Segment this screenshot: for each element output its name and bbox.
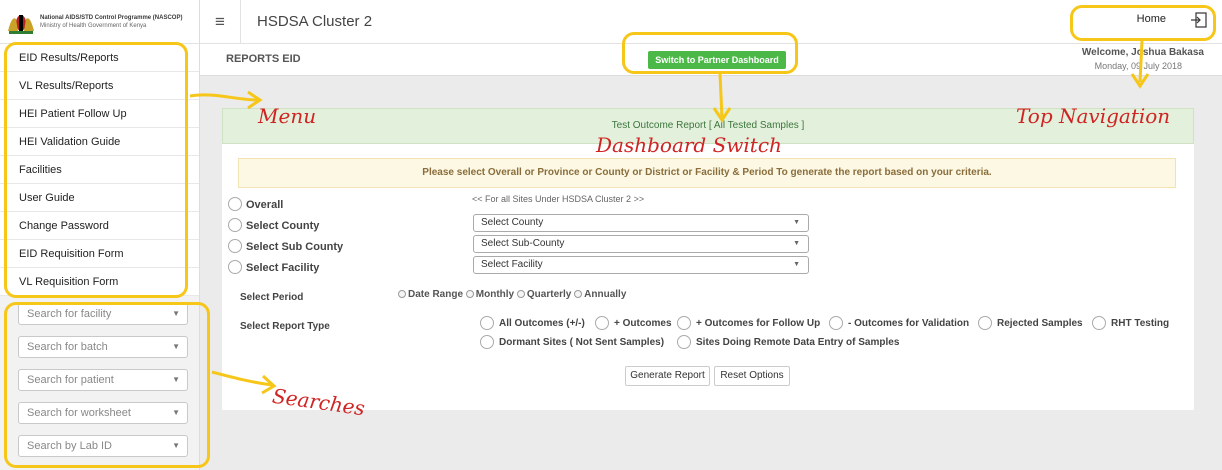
report-type-label: Select Report Type: [240, 321, 330, 332]
county-label: Select County: [246, 220, 320, 232]
report-type-rht-radio[interactable]: [1092, 316, 1106, 330]
report-type-dormant-label: Dormant Sites ( Not Sent Samples): [499, 337, 665, 348]
report-panel: Please select Overall or Province or Cou…: [222, 144, 1194, 410]
period-date-range-label: Date Range: [408, 289, 464, 300]
report-type-all-label: All Outcomes (+/-): [499, 318, 585, 329]
report-type-follow-up-label: + Outcomes for Follow Up: [696, 318, 821, 329]
chevron-down-icon: ▼: [793, 240, 800, 247]
facility-label: Select Facility: [246, 262, 320, 274]
top-navigation-annotation-label: Top Navigation: [1016, 104, 1171, 128]
county-select-value: Select County: [481, 217, 544, 228]
period-monthly-label: Monthly: [475, 289, 515, 300]
period-options: Date Range Monthly Quarterly Annually: [398, 289, 626, 300]
reset-options-button[interactable]: Reset Options: [714, 366, 790, 386]
searches-annotation-box: [4, 302, 210, 468]
sub-county-label: Select Sub County: [246, 241, 344, 253]
report-type-rejected-label: Rejected Samples: [997, 318, 1083, 329]
report-type-validation-label: - Outcomes for Validation: [848, 318, 970, 329]
date-text: Monday, 09 July 2018: [1094, 61, 1182, 71]
sub-county-select-value: Select Sub-County: [481, 238, 565, 249]
county-radio[interactable]: [228, 218, 242, 232]
report-type-positive-label: + Outcomes: [614, 318, 672, 329]
menu-arrow: [189, 93, 259, 102]
overall-label: Overall: [246, 199, 284, 211]
top-navigation-annotation-box: [1070, 5, 1216, 41]
facility-radio[interactable]: [228, 260, 242, 274]
dashboard-switch-annotation-box: [622, 32, 798, 74]
facility-select[interactable]: Select Facility ▼: [473, 256, 809, 274]
report-type-positive-radio[interactable]: [595, 316, 609, 330]
report-type-remote-entry-radio[interactable]: [677, 335, 691, 349]
county-select[interactable]: Select County ▼: [473, 214, 809, 232]
period-date-range-radio[interactable]: [398, 290, 406, 298]
period-annually-label: Annually: [584, 289, 627, 300]
brand-line1: National AIDS/STD Control Programme (NAS…: [40, 14, 183, 21]
period-quarterly-radio[interactable]: [516, 290, 525, 298]
period-annually-radio[interactable]: [574, 290, 583, 298]
kenya-coat-of-arms-icon: [8, 14, 34, 34]
chevron-down-icon: ▼: [793, 219, 800, 226]
brand-text: National AIDS/STD Control Programme (NAS…: [40, 14, 182, 30]
brand: National AIDS/STD Control Programme (NAS…: [0, 0, 199, 44]
overall-note: << For all Sites Under HSDSA Cluster 2 >…: [472, 194, 645, 204]
report-type-remote-entry-label: Sites Doing Remote Data Entry of Samples: [696, 337, 900, 348]
period-quarterly-label: Quarterly: [526, 289, 572, 300]
overall-radio[interactable]: [228, 197, 242, 211]
hamburger-menu-icon[interactable]: ≡: [200, 12, 240, 32]
report-type-follow-up-radio[interactable]: [677, 316, 691, 330]
menu-annotation-box: [4, 42, 188, 298]
brand-line2: Ministry of Health Government of Kenya: [40, 22, 147, 29]
generate-report-button[interactable]: Generate Report: [625, 366, 710, 386]
sub-county-select[interactable]: Select Sub-County ▼: [473, 235, 809, 253]
period-monthly-radio[interactable]: [465, 290, 474, 298]
chevron-down-icon: ▼: [793, 261, 800, 268]
report-type-validation-radio[interactable]: [829, 316, 843, 330]
facility-select-value: Select Facility: [481, 259, 543, 270]
period-label: Select Period: [240, 292, 304, 303]
report-type-all-radio[interactable]: [480, 316, 494, 330]
menu-annotation-label: Menu: [258, 104, 317, 128]
dashboard-switch-annotation-label: Dashboard Switch: [596, 133, 782, 157]
welcome-text: Welcome, Joshua Bakasa: [1081, 47, 1204, 58]
report-type-rht-label: RHT Testing: [1111, 318, 1170, 329]
cluster-title: HSDSA Cluster 2: [240, 0, 372, 44]
sub-county-radio[interactable]: [228, 239, 242, 253]
criteria-notice: Please select Overall or Province or Cou…: [238, 158, 1176, 188]
report-type-rejected-radio[interactable]: [978, 316, 992, 330]
page-title: REPORTS EID: [226, 53, 301, 65]
report-type-dormant-radio[interactable]: [480, 335, 494, 349]
